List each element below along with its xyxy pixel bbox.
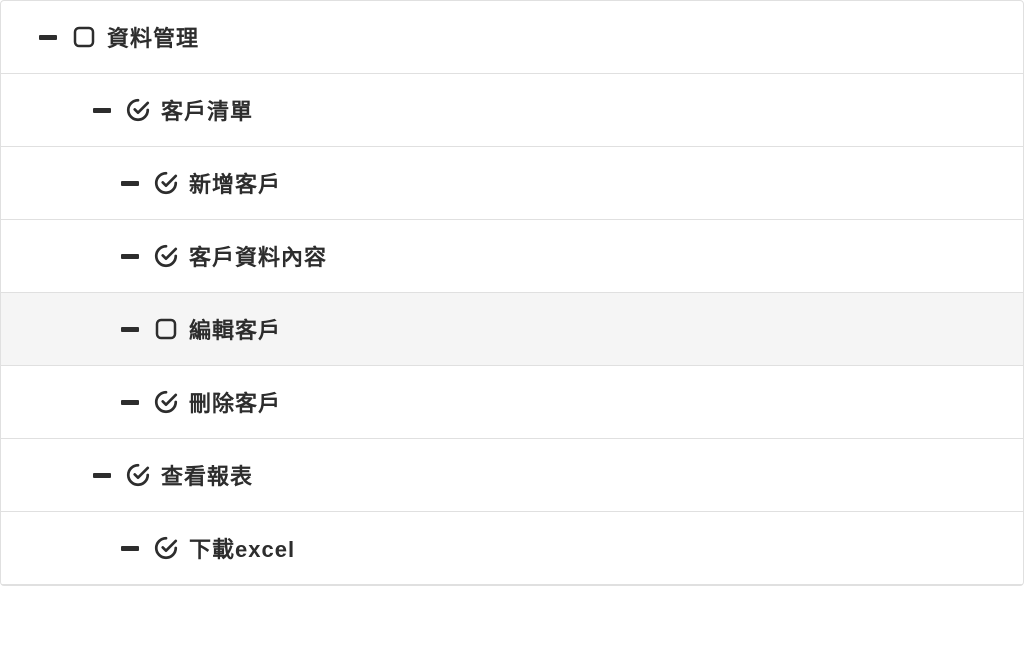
collapse-icon[interactable] [93,108,111,113]
collapse-icon[interactable] [121,400,139,405]
tree-item-add-customer[interactable]: 新增客戶 [1,147,1023,220]
collapse-icon[interactable] [121,254,139,259]
checkbox-checked-icon[interactable] [153,535,179,561]
tree-item-label: 客戶清單 [161,94,253,126]
permission-tree: 資料管理客戶清單新增客戶客戶資料內容編輯客戶刪除客戶查看報表下載excel [0,0,1024,586]
checkbox-checked-icon[interactable] [125,462,151,488]
tree-item-customer-list[interactable]: 客戶清單 [1,74,1023,147]
tree-item-label: 查看報表 [161,459,253,491]
tree-item-label: 新增客戶 [189,167,281,199]
tree-item-delete-customer[interactable]: 刪除客戶 [1,366,1023,439]
collapse-icon[interactable] [121,546,139,551]
tree-item-label: 客戶資料內容 [189,240,327,272]
tree-item-data-management[interactable]: 資料管理 [1,1,1023,74]
collapse-icon[interactable] [121,181,139,186]
collapse-icon[interactable] [39,35,57,40]
checkbox-checked-icon[interactable] [153,389,179,415]
checkbox-checked-icon[interactable] [153,170,179,196]
tree-item-download-excel[interactable]: 下載excel [1,512,1023,585]
collapse-icon[interactable] [121,327,139,332]
tree-item-label: 編輯客戶 [189,313,281,345]
tree-item-view-reports[interactable]: 查看報表 [1,439,1023,512]
checkbox-checked-icon[interactable] [125,97,151,123]
checkbox-unchecked-icon[interactable] [153,316,179,342]
checkbox-unchecked-icon[interactable] [71,24,97,50]
tree-item-label: 下載excel [189,532,295,564]
tree-item-customer-details[interactable]: 客戶資料內容 [1,220,1023,293]
tree-item-label: 資料管理 [107,21,199,53]
tree-item-label: 刪除客戶 [189,386,281,418]
checkbox-checked-icon[interactable] [153,243,179,269]
tree-item-edit-customer[interactable]: 編輯客戶 [1,293,1023,366]
collapse-icon[interactable] [93,473,111,478]
